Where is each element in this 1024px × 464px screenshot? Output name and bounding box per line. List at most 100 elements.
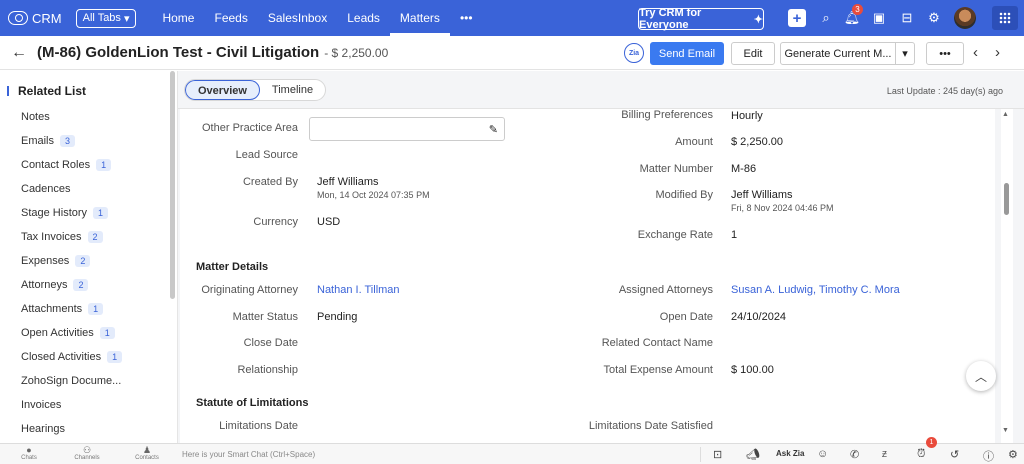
chats-label: Chats [21,455,37,461]
billing-preferences-value: Hourly [731,110,763,122]
sidebar-item-attachments[interactable]: Attachments 1 [21,303,104,315]
field-label: Amount [675,136,713,148]
sidebar-item-closed-activities[interactable]: Closed Activities 1 [21,351,123,363]
marketplace-icon[interactable]: ⊟ [898,9,916,27]
main-nav: Home Feeds SalesInbox Leads Matters ••• [152,0,482,36]
sidebar-item-label: Tax Invoices [21,231,82,243]
nav-feeds[interactable]: Feeds [204,0,257,36]
sidebar-item-label: Emails [21,135,55,147]
tab-overview[interactable]: Overview [185,80,260,100]
notification-badge: 3 [852,4,863,15]
sidebar-item-emails[interactable]: Emails 3 [21,135,76,147]
assigned-attorneys-link[interactable]: Susan A. Ludwig, Timothy C. Mora [731,284,900,296]
brand[interactable]: CRM [8,11,62,26]
next-record-icon[interactable]: › [995,44,1000,61]
phone-icon[interactable]: ✆ [850,448,859,461]
try-crm-label: Try CRM for Everyone [639,7,702,31]
alarm-clock-icon[interactable]: ⏰︎ [917,448,926,461]
scroll-down-arrow-icon[interactable]: ▼ [1002,427,1009,434]
previous-record-icon[interactable]: ‹ [973,44,978,61]
count-badge: 3 [60,135,76,147]
smart-chat-input[interactable]: Here is your Smart Chat (Ctrl+Space) [182,450,315,459]
related-list-header[interactable]: Related List [7,84,86,98]
edit-button[interactable]: Edit [731,42,775,65]
main-scrollbar-thumb[interactable] [1004,183,1009,215]
record-amount: - $ 2,250.00 [324,45,389,60]
sidebar-item-expenses[interactable]: Expenses 2 [21,255,91,267]
details-card: Other Practice Area ✎ Lead Source Create… [180,109,995,443]
create-plus-icon[interactable]: + [788,9,806,27]
sidebar-item-cadences[interactable]: Cadences [21,183,71,195]
sidebar-item-attorneys[interactable]: Attorneys 2 [21,279,89,291]
search-icon[interactable]: ⌕ [817,9,835,27]
try-crm-button[interactable]: Try CRM for Everyone ✦ [638,7,764,31]
back-arrow-icon[interactable]: ← [11,44,27,62]
main-scrollbar[interactable] [1001,109,1013,443]
settings-small-icon[interactable]: ⚙ [1008,448,1018,461]
sidebar-item-label: Closed Activities [21,351,102,363]
modified-time: Fri, 8 Nov 2024 04:46 PM [731,203,834,213]
nav-more[interactable]: ••• [450,0,483,36]
bell-icon[interactable]: 🔔︎ 3 [843,4,863,27]
gear-icon[interactable]: ⚙ [925,9,943,27]
all-tabs-dropdown[interactable]: All Tabs ▾ [75,8,137,28]
field-label: Billing Preferences [621,109,713,121]
help-icon[interactable]: ⓘ [983,448,994,464]
contacts-button[interactable]: ♟ Contacts [127,445,167,462]
other-practice-area-field[interactable]: ✎ [309,117,505,141]
sidebar-item-stage-history[interactable]: Stage History 1 [21,207,109,219]
crm-app: CRM All Tabs ▾ Home Feeds SalesInbox Lea… [0,0,1024,464]
sidebar-item-notes[interactable]: Notes [21,111,50,123]
sidebar-item-invoices[interactable]: Invoices [21,399,61,411]
pencil-icon[interactable]: ✎ [489,123,498,136]
sidebar-scrollbar[interactable] [170,71,175,299]
sidebar-item-tax-invoices[interactable]: Tax Invoices 2 [21,231,103,243]
sidebar-item-open-activities[interactable]: Open Activities 1 [21,327,115,339]
contacts-icon: ♟ [142,445,152,455]
alarm-badge: 1 [926,437,937,448]
history-icon[interactable]: ↺ [950,448,959,461]
sidebar-item-label: Notes [21,111,50,123]
sidebar-item-label: Open Activities [21,327,94,339]
crm-logo-icon [8,11,28,25]
chevron-up-icon: ︿ [974,369,987,384]
nav-leads[interactable]: Leads [337,0,390,36]
contacts-label: Contacts [135,455,159,461]
divider [700,447,701,462]
sidebar-item-label: Invoices [21,399,62,411]
scroll-to-top-button[interactable]: ︿ [966,361,996,391]
field-label: Exchange Rate [637,229,713,241]
apps-grid-button[interactable] [992,6,1018,30]
sidebar-item-zohosign-documents[interactable]: ZohoSign Docume... [21,375,121,387]
chats-button[interactable]: ● Chats [9,446,49,462]
field-label: Limitations Date Satisfied [588,420,713,432]
nav-home[interactable]: Home [152,0,204,36]
zia-small-icon[interactable]: Ƶ [882,450,887,459]
generate-dropdown-chevron-icon[interactable]: ▾ [895,42,915,65]
more-actions-button[interactable]: ••• [926,42,964,65]
user-avatar[interactable] [954,7,976,29]
channels-button[interactable]: ⚇ Channels [67,446,107,462]
sidebar-item-contact-roles[interactable]: Contact Roles 1 [21,159,112,171]
field-label: Modified By [655,189,713,201]
nav-matters[interactable]: Matters [389,0,450,36]
currency-value: USD [317,216,341,228]
zia-icon[interactable]: Zia [624,43,644,63]
megaphone-icon[interactable]: 📣︎ [746,448,760,461]
send-email-button[interactable]: Send Email [650,42,724,65]
feedback-icon[interactable]: ☺ [817,448,828,460]
all-tabs-label: All Tabs [82,12,121,24]
generate-current-button[interactable]: Generate Current M... [780,42,896,65]
originating-attorney-link[interactable]: Nathan I. Tillman [317,284,400,296]
sidebar-item-label: Contact Roles [21,159,91,171]
nav-salesinbox[interactable]: SalesInbox [258,0,337,36]
scroll-up-arrow-icon[interactable]: ▲ [1002,111,1009,118]
record-title: (M-86) GoldenLion Test - Civil Litigatio… [37,44,320,61]
clipboard-icon[interactable]: ⊡ [713,448,722,461]
tab-timeline[interactable]: Timeline [260,80,325,100]
calendar-icon[interactable]: ▣ [870,9,888,27]
sidebar-item-hearings[interactable]: Hearings [21,423,65,435]
field-label: Relationship [237,364,298,376]
ask-zia-button[interactable]: Ask Zia [776,449,804,458]
modified-by-value: Jeff Williams [731,189,793,201]
